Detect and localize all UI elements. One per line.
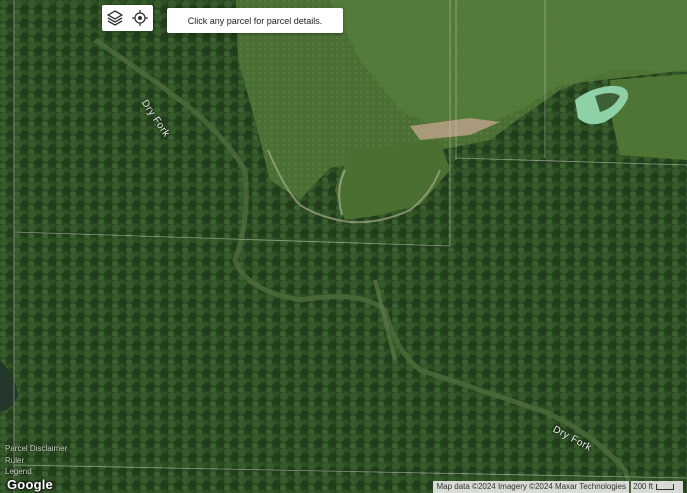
google-logo[interactable]: Google — [7, 477, 53, 492]
crop-field-far-east — [610, 74, 687, 160]
layers-icon[interactable] — [104, 7, 126, 29]
satellite-map[interactable] — [0, 0, 687, 493]
locate-icon[interactable] — [129, 7, 151, 29]
map-controls — [102, 5, 153, 31]
map-attribution[interactable]: Map data ©2024 Imagery ©2024 Maxar Techn… — [433, 481, 629, 493]
parcel-disclaimer-link[interactable]: Parcel Disclaimer — [5, 444, 67, 453]
scale-bar — [656, 484, 675, 490]
ruler-link[interactable]: Ruler — [5, 456, 24, 465]
scale-label: 200 ft — [633, 482, 654, 491]
parcel-info-text: Click any parcel for parcel details. — [187, 15, 323, 26]
parcel-info-banner: Click any parcel for parcel details. — [167, 8, 343, 33]
scale-control[interactable]: 200 ft — [631, 481, 683, 493]
legend-link[interactable]: Legend — [5, 467, 32, 476]
